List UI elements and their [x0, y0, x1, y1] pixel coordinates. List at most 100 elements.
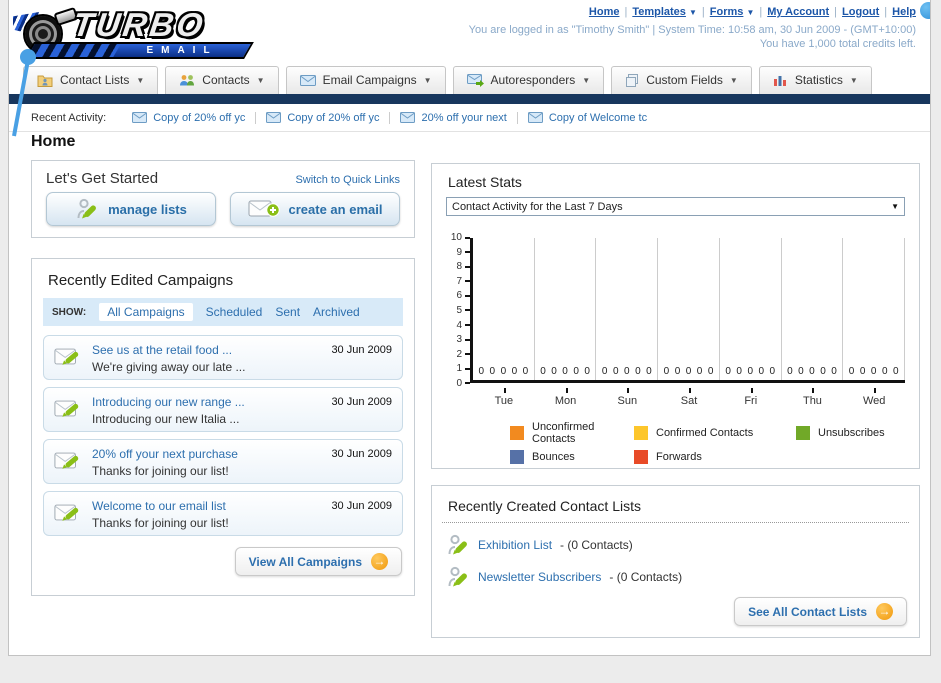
- tab-contact-lists[interactable]: Contact Lists ▼: [23, 66, 159, 94]
- recent-activity-item[interactable]: Copy of 20% off yc: [122, 111, 257, 124]
- show-label: SHOW:: [52, 306, 87, 318]
- filter-all-campaigns[interactable]: All Campaigns: [99, 303, 193, 321]
- recent-activity-link[interactable]: Copy of 20% off yc: [287, 112, 379, 124]
- tab-label: Contacts: [202, 73, 250, 87]
- x-tick-label: Sun: [596, 388, 658, 407]
- recent-activity-item[interactable]: 20% off your next: [390, 111, 518, 124]
- nav-link-templates[interactable]: Templates: [632, 6, 686, 18]
- contact-lists-folder-icon: [37, 75, 53, 87]
- chart-value-label: 0: [696, 366, 703, 377]
- autoresponder-envelope-icon: [466, 73, 484, 87]
- legend-label: Confirmed Contacts: [656, 427, 754, 439]
- email-envelope-icon: [527, 112, 543, 123]
- y-tick-label: 8: [456, 261, 470, 272]
- campaign-row[interactable]: See us at the retail food ... We're givi…: [43, 335, 403, 380]
- latest-stats-panel: Latest Stats Contact Activity for the La…: [431, 163, 920, 469]
- list-item: Exhibition List - (0 Contacts): [446, 527, 905, 559]
- campaign-row[interactable]: Welcome to our email list Thanks for joi…: [43, 491, 403, 536]
- contact-list-count: - (0 Contacts): [560, 538, 633, 552]
- campaign-title-link[interactable]: 20% off your next purchase: [92, 446, 321, 462]
- create-email-button[interactable]: create an email: [230, 192, 400, 226]
- logo-stripes-decoration: [27, 44, 121, 57]
- person-pencil-icon: [448, 534, 467, 555]
- help-bubble-icon[interactable]: [920, 2, 930, 19]
- chart-value-label: 0: [892, 366, 899, 377]
- chart-value-label: 0: [831, 366, 837, 377]
- chart-value-label: 0: [787, 366, 793, 377]
- chart-day-group: 00000: [473, 238, 535, 380]
- chevron-down-icon: ▼: [582, 75, 591, 85]
- switch-to-quick-links[interactable]: Switch to Quick Links: [295, 174, 400, 186]
- recent-activity-link[interactable]: Copy of 20% off yc: [153, 112, 245, 124]
- chart-value-label: 0: [707, 366, 714, 377]
- x-tick-label: Mon: [535, 388, 597, 407]
- filter-archived[interactable]: Archived: [313, 305, 360, 319]
- contact-list-link[interactable]: Newsletter Subscribers: [478, 570, 601, 584]
- tab-label: Custom Fields: [646, 73, 723, 87]
- legend-label: Bounces: [532, 451, 575, 463]
- tab-autoresponders[interactable]: Autoresponders ▼: [452, 66, 605, 94]
- chart-value-label: 0: [612, 366, 619, 377]
- y-tick-label: 6: [456, 290, 470, 301]
- campaign-subtitle: Introducing our new Italia ...: [92, 412, 240, 426]
- campaign-title-link[interactable]: Welcome to our email list: [92, 498, 321, 514]
- filter-sent[interactable]: Sent: [275, 305, 300, 319]
- chart-value-label: 0: [635, 366, 641, 377]
- contact-list-link[interactable]: Exhibition List: [478, 538, 552, 552]
- campaign-row[interactable]: 20% off your next purchase Thanks for jo…: [43, 439, 403, 484]
- chart-value-label: 0: [511, 366, 518, 377]
- orange-arrow-icon: →: [876, 603, 893, 620]
- tab-label: Email Campaigns: [322, 73, 417, 87]
- chart-x-axis: Tue Mon Sun Sat Fri Thu Wed: [473, 388, 905, 407]
- chart-day-group: 00000: [843, 238, 906, 380]
- campaign-list: See us at the retail food ... We're givi…: [32, 326, 414, 536]
- manage-lists-button[interactable]: manage lists: [46, 192, 216, 226]
- see-all-contact-lists-button[interactable]: See All Contact Lists →: [734, 597, 907, 626]
- chevron-down-icon: ▼: [849, 75, 858, 85]
- x-tick-label: Fri: [720, 388, 782, 407]
- chart-y-axis: 10 9 8 7 6 5 4 3 2 1 0: [444, 232, 470, 389]
- envelope-pencil-icon: [54, 348, 79, 365]
- view-all-campaigns-button[interactable]: View All Campaigns →: [234, 547, 402, 576]
- chart-value-label: 0: [809, 366, 815, 377]
- chart-value-label: 0: [500, 366, 507, 377]
- login-info: You are logged in as "Timothy Smith" | S…: [469, 23, 916, 51]
- legend-swatch-forwards: [634, 450, 648, 464]
- campaign-title-link[interactable]: Introducing our new range ...: [92, 394, 321, 410]
- envelope-pencil-icon: [54, 504, 79, 521]
- filter-scheduled[interactable]: Scheduled: [206, 305, 263, 319]
- campaign-title-link[interactable]: See us at the retail food ...: [92, 342, 321, 358]
- chevron-down-icon: ▼: [746, 8, 755, 17]
- nav-separator: |: [884, 6, 888, 18]
- campaigns-panel-title: Recently Edited Campaigns: [48, 272, 234, 289]
- chart-value-label: 0: [646, 366, 652, 377]
- nav-link-home[interactable]: Home: [589, 6, 620, 18]
- nav-link-logout[interactable]: Logout: [842, 6, 879, 18]
- legend-item: Bounces: [510, 450, 634, 464]
- tab-statistics[interactable]: Statistics ▼: [758, 66, 872, 94]
- logo-banner: EMAIL: [24, 42, 254, 59]
- chart-value-label: 0: [747, 366, 754, 377]
- email-envelope-icon: [400, 112, 416, 123]
- top-nav: Home | Templates ▼ | Forms ▼ | My Account | Logo…: [469, 6, 916, 18]
- recent-activity-link[interactable]: Copy of Welcome tc: [549, 112, 647, 124]
- recent-activity-item[interactable]: Copy of 20% off yc: [256, 111, 391, 124]
- legend-item: Unsubscribes: [796, 421, 905, 445]
- recent-activity-link[interactable]: 20% off your next: [421, 112, 506, 124]
- nav-link-forms[interactable]: Forms: [710, 6, 744, 18]
- recent-activity-item[interactable]: Copy of Welcome tc: [518, 112, 657, 124]
- stats-period-select[interactable]: Contact Activity for the Last 7 Days ▼: [446, 197, 905, 216]
- tab-contacts[interactable]: Contacts ▼: [165, 66, 279, 94]
- y-tick-label: 7: [456, 276, 470, 287]
- chart-day-group: 00000: [535, 238, 597, 380]
- chart-value-label: 0: [540, 366, 546, 377]
- chart-value-label: 0: [859, 366, 866, 377]
- tab-email-campaigns[interactable]: Email Campaigns ▼: [285, 66, 446, 94]
- nav-link-help[interactable]: Help: [892, 6, 916, 18]
- logo-subtitle: EMAIL: [146, 45, 218, 56]
- tab-custom-fields[interactable]: Custom Fields ▼: [611, 66, 752, 94]
- person-pencil-icon: [77, 198, 97, 219]
- campaign-row[interactable]: Introducing our new range ... Introducin…: [43, 387, 403, 432]
- nav-separator: |: [701, 6, 705, 18]
- nav-link-my-account[interactable]: My Account: [767, 6, 829, 18]
